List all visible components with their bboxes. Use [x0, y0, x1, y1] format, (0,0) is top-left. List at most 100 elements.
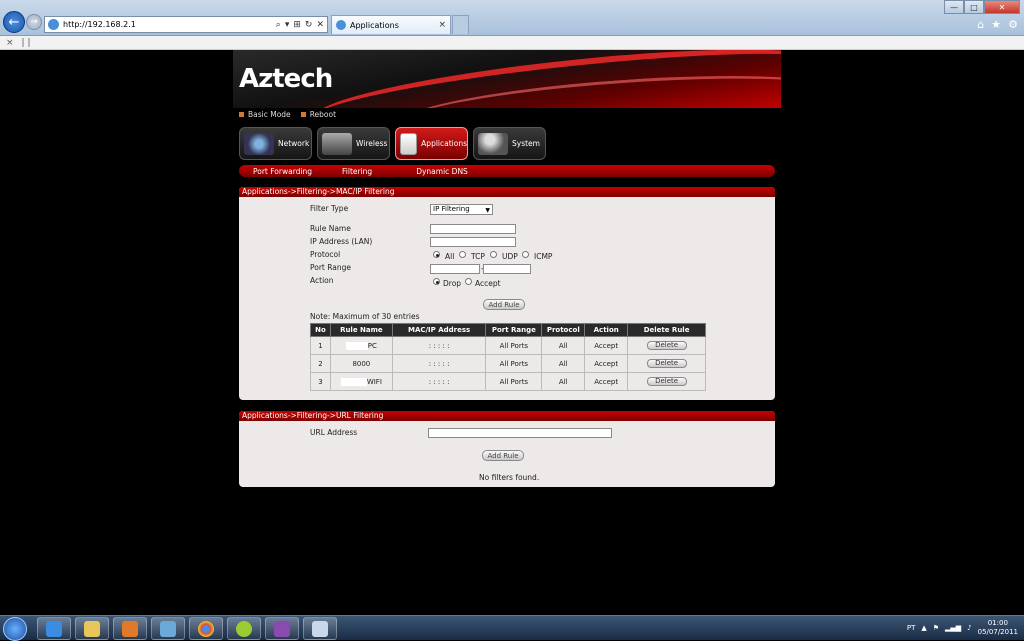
- subtab-filtering[interactable]: Filtering: [342, 167, 372, 176]
- action-drop-radio[interactable]: [433, 278, 440, 285]
- quick-links: Basic Mode Reboot: [239, 110, 336, 119]
- taskbar-app[interactable]: [227, 617, 261, 640]
- taskbar-ie[interactable]: [37, 617, 71, 640]
- taskbar-explorer[interactable]: [75, 617, 109, 640]
- reboot-link[interactable]: Reboot: [300, 110, 336, 119]
- minimize-button[interactable]: —: [944, 0, 964, 14]
- protocol-tcp-radio[interactable]: [459, 251, 466, 258]
- flag-icon[interactable]: ⚑: [933, 624, 939, 632]
- tab-close-icon[interactable]: ×: [438, 20, 446, 30]
- filter-type-value: IP Filtering: [433, 205, 470, 213]
- taskbar-winrar[interactable]: [265, 617, 299, 640]
- router-icon: [322, 132, 352, 155]
- stop-icon[interactable]: ✕: [316, 20, 324, 30]
- taskbar-media-player[interactable]: [113, 617, 147, 640]
- page-header: Aztech: [233, 50, 781, 108]
- row-port-range: All Ports: [485, 354, 543, 373]
- rule-name-text: WIFI: [366, 377, 382, 386]
- forward-arrow-icon: →: [30, 17, 38, 27]
- cmd-close-icon[interactable]: ×: [6, 38, 14, 48]
- media-player-icon: [122, 620, 138, 637]
- filter-type-select[interactable]: IP Filtering ▼: [430, 204, 493, 215]
- site-icon: [48, 19, 59, 30]
- table-row: 2 8000 : : : : : All Ports All Accept De…: [310, 354, 706, 373]
- add-rule-button[interactable]: Add Rule: [483, 299, 525, 310]
- row-mac-ip: : : : : :: [391, 336, 487, 355]
- rule-name-input[interactable]: [430, 224, 516, 234]
- port-to-input[interactable]: [483, 264, 531, 274]
- col-action: Action: [584, 323, 629, 337]
- signal-icon: | |: [21, 37, 31, 48]
- protocol-all-radio[interactable]: [433, 251, 440, 258]
- tray-arrow-icon[interactable]: ▲: [921, 624, 926, 632]
- taskbar-notepad[interactable]: [303, 617, 337, 640]
- port-from-input[interactable]: [430, 264, 480, 274]
- url-panel-title: Applications->Filtering->URL Filtering: [239, 411, 775, 421]
- taskbar-network-app[interactable]: [151, 617, 185, 640]
- port-range-label: Port Range: [310, 263, 352, 272]
- delete-button[interactable]: Delete: [646, 359, 687, 368]
- search-icon[interactable]: ⌕: [276, 20, 281, 30]
- browser-tab[interactable]: Applications ×: [331, 15, 451, 34]
- row-no: 3: [310, 372, 331, 391]
- url-add-rule-button[interactable]: Add Rule: [482, 450, 524, 461]
- row-action: Accept: [584, 336, 629, 355]
- compat-icon[interactable]: ⊞: [293, 20, 301, 30]
- ie-icon: [46, 620, 62, 637]
- row-no: 1: [310, 336, 331, 355]
- system-tray: PT ▲ ⚑ ▂▄▆ ♪ 01:00 05/07/2011: [907, 619, 1018, 637]
- redaction: [340, 377, 367, 386]
- protocol-udp-radio[interactable]: [490, 251, 497, 258]
- basic-mode-link[interactable]: Basic Mode: [239, 110, 291, 119]
- filter-type-label: Filter Type: [310, 204, 349, 213]
- url-address-input[interactable]: [428, 428, 612, 438]
- protocol-tcp-label: TCP: [471, 252, 485, 261]
- network-app-icon: [160, 620, 176, 637]
- clock[interactable]: 01:00 05/07/2011: [978, 619, 1018, 637]
- tab-applications[interactable]: Applications: [395, 127, 468, 160]
- home-icon[interactable]: ⌂: [977, 18, 984, 31]
- settings-gear-icon[interactable]: ⚙: [1008, 18, 1018, 31]
- volume-icon[interactable]: ♪: [967, 624, 971, 632]
- address-controls: ⌕ ▾ ⊞ ↻ ✕: [276, 20, 327, 30]
- new-tab-button[interactable]: [452, 15, 469, 34]
- close-window-button[interactable]: ✕: [984, 0, 1020, 14]
- basic-mode-label: Basic Mode: [248, 110, 291, 119]
- delete-button[interactable]: Delete: [646, 377, 687, 386]
- signal-bars-icon[interactable]: ▂▄▆: [945, 624, 961, 632]
- favorites-icon[interactable]: ★: [991, 18, 1001, 31]
- action-label: Action: [310, 276, 334, 285]
- dropdown-icon[interactable]: ▾: [285, 20, 290, 30]
- address-bar[interactable]: http://192.168.2.1 ⌕ ▾ ⊞ ↻ ✕: [44, 16, 328, 33]
- winrar-icon: [274, 620, 290, 637]
- entries-note: Note: Maximum of 30 entries: [310, 312, 420, 321]
- tab-network[interactable]: Network: [239, 127, 312, 160]
- forward-button[interactable]: →: [26, 14, 42, 30]
- refresh-icon[interactable]: ↻: [305, 20, 313, 30]
- back-button[interactable]: ←: [3, 11, 25, 33]
- tab-wireless[interactable]: Wireless: [317, 127, 390, 160]
- action-accept-radio[interactable]: [465, 278, 472, 285]
- protocol-icmp-radio[interactable]: [522, 251, 529, 258]
- ip-address-input[interactable]: [430, 237, 516, 247]
- clock-time: 01:00: [987, 619, 1008, 627]
- row-protocol: All: [541, 372, 586, 391]
- tab-system[interactable]: System: [473, 127, 546, 160]
- delete-button[interactable]: Delete: [646, 341, 687, 350]
- app-icon: [236, 620, 252, 637]
- maximize-button[interactable]: □: [964, 0, 984, 14]
- taskbar-chrome[interactable]: [189, 617, 223, 640]
- language-indicator[interactable]: PT: [907, 624, 916, 632]
- subtab-port-forwarding[interactable]: Port Forwarding: [253, 167, 312, 176]
- row-port-range: All Ports: [485, 372, 543, 391]
- explorer-icon: [84, 620, 100, 637]
- col-mac-ip: MAC/IP Address: [391, 323, 487, 337]
- protocol-udp-label: UDP: [502, 252, 518, 261]
- tab-title: Applications: [350, 20, 399, 30]
- tab-applications-label: Applications: [421, 139, 467, 148]
- start-button[interactable]: [3, 617, 27, 641]
- row-mac-ip: : : : : :: [391, 354, 487, 373]
- row-delete: Delete: [627, 336, 706, 355]
- subtab-dynamic-dns[interactable]: Dynamic DNS: [416, 167, 468, 176]
- action-drop-label: Drop: [443, 279, 462, 288]
